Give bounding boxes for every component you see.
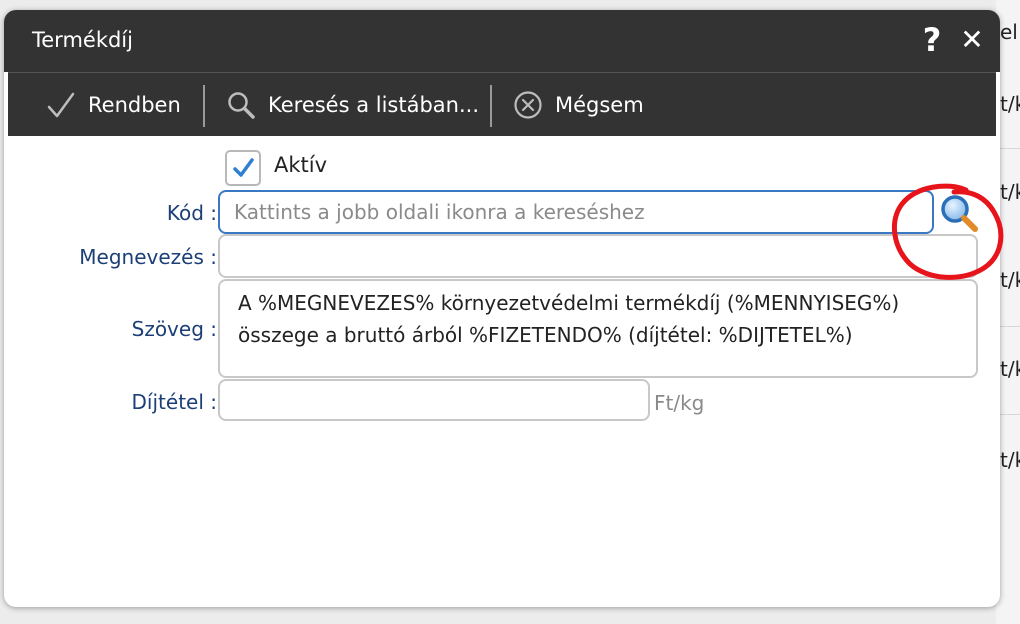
toolbar-separator [203, 85, 205, 127]
background-text-fragment: t/k [1000, 92, 1020, 116]
background-text-fragment: t/k [1000, 180, 1020, 204]
code-lookup-button[interactable] [938, 192, 980, 234]
text-label: Szöveg : [131, 317, 217, 341]
cancel-button[interactable]: Mégsem [513, 73, 644, 137]
circle-x-icon [514, 91, 542, 119]
name-input[interactable] [218, 234, 978, 278]
name-label: Megnevezés : [79, 245, 217, 269]
ok-button[interactable]: Rendben [46, 73, 181, 137]
background-text-fragment: t/k [1000, 357, 1020, 381]
dialog-titlebar: Termékdíj ? ✕ [4, 10, 1000, 72]
rate-input[interactable] [218, 379, 650, 421]
rate-label: Díjtétel : [131, 390, 217, 414]
active-checkbox-label: Aktív [274, 153, 328, 177]
search-in-list-button[interactable]: Keresés a listában... [226, 73, 479, 137]
background-text-fragment: t/k [1000, 448, 1020, 472]
toolbar-separator [490, 85, 492, 127]
magnifier-icon [228, 92, 255, 119]
close-button[interactable]: ✕ [956, 22, 988, 58]
active-checkbox[interactable] [225, 150, 261, 186]
magnifier-lookup-icon [941, 195, 978, 232]
code-input[interactable] [218, 190, 934, 234]
rate-unit: Ft/kg [654, 391, 705, 415]
help-button[interactable]: ? [916, 20, 948, 60]
background-text-fragment: t/k [1000, 268, 1020, 292]
checkmark-icon [47, 92, 75, 118]
background-text-fragment: el [1000, 20, 1018, 44]
ok-button-label: Rendben [88, 93, 181, 117]
code-label: Kód : [166, 201, 217, 225]
cancel-button-label: Mégsem [555, 93, 644, 117]
dialog-toolbar: Rendben Keresés a listában... Mégsem [8, 72, 996, 136]
text-textarea[interactable] [218, 279, 978, 378]
search-in-list-button-label: Keresés a listában... [268, 93, 480, 117]
checkmark-icon [233, 158, 254, 177]
dialog-title: Termékdíj [32, 28, 133, 52]
